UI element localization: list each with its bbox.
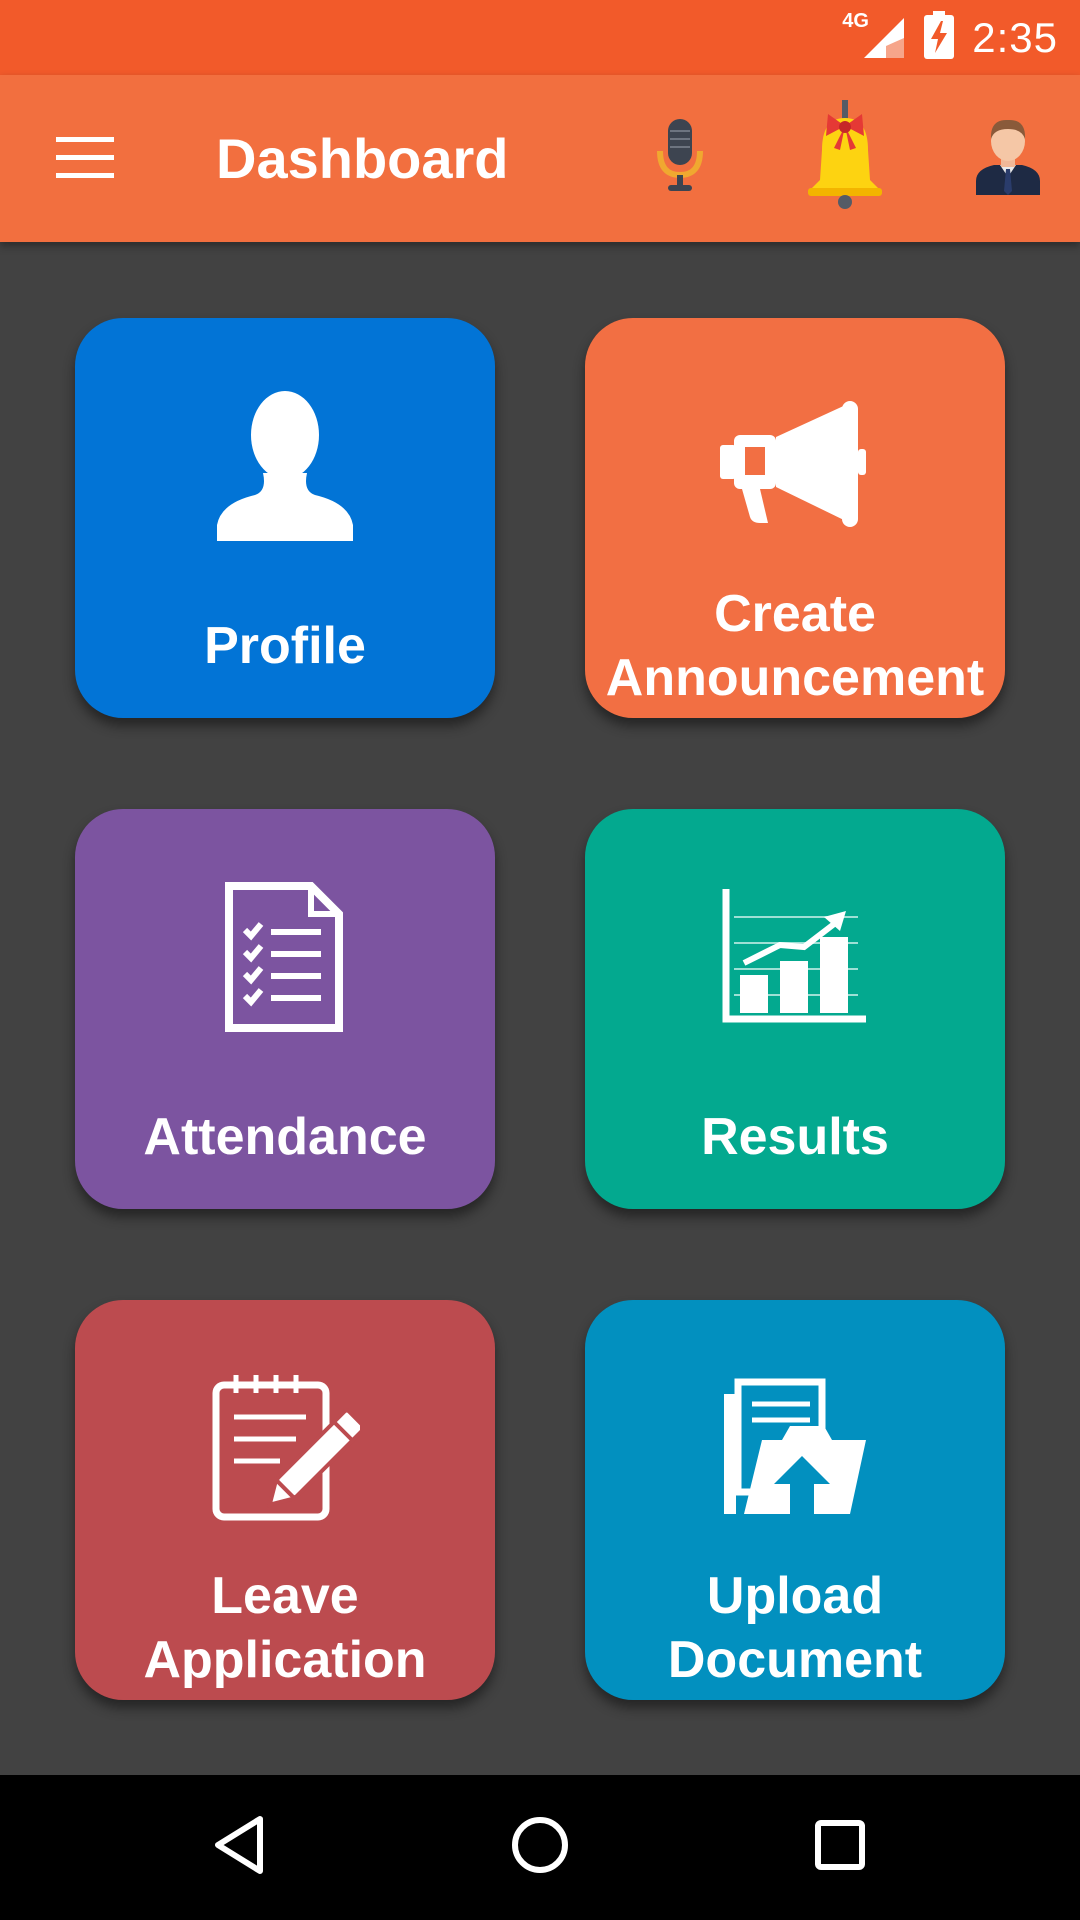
create-announcement-tile[interactable]: Create Announcement bbox=[585, 318, 1005, 718]
person-icon bbox=[215, 390, 355, 546]
microphone-icon bbox=[650, 115, 710, 200]
profile-tile[interactable]: Profile bbox=[75, 318, 495, 718]
microphone-button[interactable] bbox=[620, 97, 740, 217]
tile-label: Upload Document bbox=[667, 1567, 923, 1689]
user-avatar-icon bbox=[972, 115, 1044, 200]
results-tile[interactable]: Results bbox=[585, 809, 1005, 1209]
nav-home-button[interactable] bbox=[480, 1797, 600, 1897]
network-type-label: 4G bbox=[842, 9, 869, 32]
status-icons: 4G 2:35 bbox=[842, 0, 1058, 75]
home-circle-icon bbox=[510, 1815, 570, 1880]
signal-icon: 4G bbox=[842, 10, 906, 62]
megaphone-icon bbox=[720, 400, 870, 536]
hamburger-menu-icon bbox=[56, 136, 114, 184]
menu-button[interactable] bbox=[40, 125, 130, 195]
page-title: Dashboard bbox=[216, 127, 509, 190]
folder-upload-icon bbox=[720, 1378, 870, 1523]
attendance-tile[interactable]: Attendance bbox=[75, 809, 495, 1209]
status-bar: 4G 2:35 bbox=[0, 0, 1080, 75]
upload-document-tile[interactable]: Upload Document bbox=[585, 1300, 1005, 1700]
nav-back-button[interactable] bbox=[180, 1797, 300, 1897]
tile-label: Create Announcement bbox=[605, 585, 985, 707]
leave-application-tile[interactable]: Leave Application bbox=[75, 1300, 495, 1700]
notifications-button[interactable] bbox=[785, 97, 905, 217]
tile-label: Results bbox=[701, 1108, 889, 1166]
notepad-pencil-icon bbox=[210, 1373, 366, 1528]
bar-chart-icon bbox=[720, 887, 870, 1032]
nav-recents-button[interactable] bbox=[780, 1797, 900, 1897]
app-bar: Dashboard bbox=[0, 75, 1080, 242]
checklist-icon bbox=[225, 881, 345, 1037]
tile-label: Attendance bbox=[143, 1108, 427, 1166]
battery-charging-icon bbox=[924, 11, 955, 64]
account-button[interactable] bbox=[948, 97, 1068, 217]
tile-label: Profile bbox=[204, 617, 366, 675]
back-triangle-icon bbox=[210, 1815, 270, 1880]
navigation-bar bbox=[0, 1775, 1080, 1920]
status-time: 2:35 bbox=[972, 13, 1058, 61]
recents-square-icon bbox=[810, 1815, 870, 1880]
bell-icon bbox=[800, 99, 890, 215]
tile-label: Leave Application bbox=[143, 1567, 427, 1689]
